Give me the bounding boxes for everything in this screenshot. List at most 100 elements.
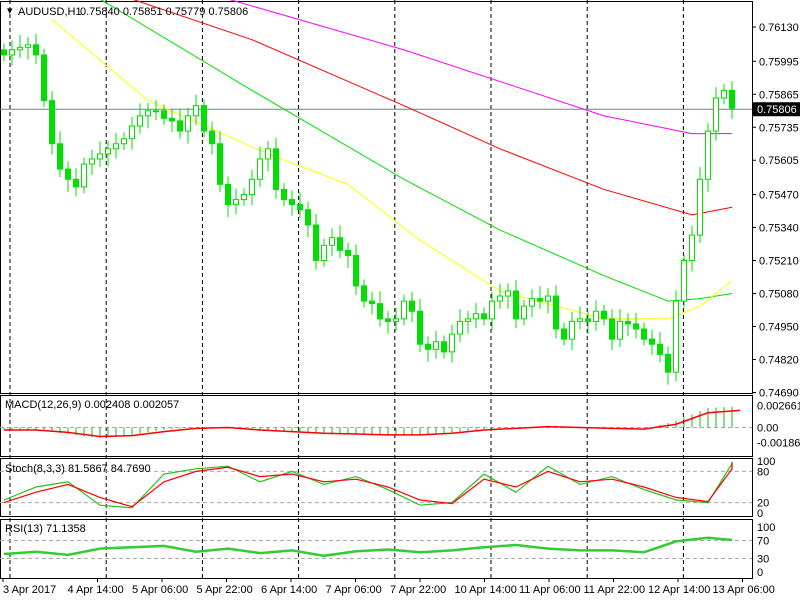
candle-body — [81, 163, 87, 188]
candle-body — [649, 338, 655, 345]
time-label: 5 Apr 22:00 — [197, 584, 253, 596]
candle-body — [721, 89, 727, 99]
moving-average-line — [229, 0, 732, 135]
candle-body — [289, 199, 295, 206]
rsi-tick-label: 70 — [757, 536, 769, 548]
time-label: 11 Apr 06:00 — [519, 584, 581, 596]
candle-body — [617, 320, 623, 340]
candle-body — [697, 178, 703, 236]
candle-body — [121, 138, 127, 145]
time-label: 12 Apr 14:00 — [648, 584, 710, 596]
chart-window[interactable]: 0.0026610.00-0.0018621008020010070300 ▾ … — [0, 0, 800, 600]
candle-body — [321, 244, 327, 261]
macd-tick-label: 0.00 — [757, 423, 778, 435]
candle-body — [705, 130, 711, 180]
candle-body — [161, 110, 167, 119]
price-tick-label: 0.75080 — [759, 288, 799, 300]
macd-title: MACD(12,26,9) 0.002408 0.002057 — [5, 399, 179, 411]
candle-body — [257, 158, 263, 180]
candle-body — [1, 49, 7, 56]
candle-body — [145, 110, 151, 117]
candle-body — [209, 130, 215, 145]
candle-body — [249, 178, 255, 196]
rsi-title: RSI(13) 71.1358 — [5, 523, 86, 535]
candle-body — [713, 97, 719, 132]
candle-body — [417, 310, 423, 345]
time-label: 5 Apr 06:00 — [132, 584, 188, 596]
candle-body — [529, 298, 535, 307]
time-label: 3 Apr 2017 — [3, 584, 56, 596]
candle-body — [113, 143, 119, 150]
candle-body — [9, 49, 15, 56]
current-price-label: 0.75806 — [757, 104, 797, 116]
moving-average-line — [51, 19, 733, 320]
candle-body — [561, 328, 567, 340]
candle-body — [201, 105, 207, 132]
stoch-title: Stoch(8,3,3) 81.5867 84.7690 — [5, 463, 151, 475]
price-tick-label: 0.75605 — [759, 155, 799, 167]
candle-body — [129, 125, 135, 140]
candle-body — [193, 105, 199, 117]
rsi-tick-label: 30 — [757, 554, 769, 566]
candle-body — [633, 323, 639, 330]
price-tick-label: 0.74820 — [759, 354, 799, 366]
price-tick-label: 0.75995 — [759, 56, 799, 68]
time-label: 4 Apr 14:00 — [68, 584, 124, 596]
candle-body — [89, 158, 95, 165]
candle-body — [441, 341, 447, 353]
candle-body — [17, 46, 23, 51]
candle-body — [641, 328, 647, 340]
candle-body — [425, 343, 431, 350]
time-label: 6 Apr 14:00 — [261, 584, 317, 596]
candle-body — [465, 318, 471, 322]
panel-frame — [0, 1, 753, 394]
candle-body — [369, 300, 375, 305]
time-label: 13 Apr 06:00 — [713, 584, 775, 596]
candle-body — [337, 237, 343, 251]
candle-body — [49, 100, 55, 145]
candle-body — [409, 300, 415, 312]
candle-body — [169, 117, 175, 122]
candle-body — [665, 353, 671, 373]
macd-tick-label: 0.002661 — [757, 401, 800, 413]
candle-body — [545, 295, 551, 302]
candle-body — [233, 199, 239, 206]
time-label: 7 Apr 06:00 — [326, 584, 382, 596]
ohlc-readout: 0.75840 0.75851 0.75779 0.75806 — [80, 6, 248, 18]
candle-body — [689, 234, 695, 261]
candle-body — [329, 237, 335, 246]
candle-body — [297, 204, 303, 211]
candle-body — [513, 290, 519, 320]
time-label: 11 Apr 22:00 — [584, 584, 646, 596]
candle-body — [729, 89, 735, 109]
chart-canvas[interactable]: 0.0026610.00-0.0018621008020010070300 ▾ … — [0, 0, 800, 600]
candle-body — [225, 183, 231, 206]
price-tick-label: 0.76130 — [759, 22, 799, 34]
candle-body — [537, 298, 543, 302]
candle-body — [65, 168, 71, 180]
rsi-tick-label: 100 — [757, 522, 775, 534]
candle-body — [353, 254, 359, 287]
candle-body — [489, 300, 495, 320]
price-tick-label: 0.75865 — [759, 89, 799, 101]
time-label: 10 Apr 14:00 — [455, 584, 517, 596]
candle-body — [393, 318, 399, 322]
candle-body — [577, 318, 583, 322]
candle-body — [241, 194, 247, 201]
stoch-tick-label: 80 — [757, 466, 769, 478]
candle-body — [97, 153, 103, 160]
candle-body — [265, 148, 271, 160]
candle-body — [497, 295, 503, 302]
candle-body — [505, 290, 511, 297]
candle-body — [553, 295, 559, 330]
moving-average-line — [100, 0, 733, 302]
candle-body — [449, 333, 455, 353]
dropdown-arrow-icon[interactable]: ▾ — [7, 5, 13, 17]
candle-body — [377, 303, 383, 320]
candle-body — [153, 110, 159, 113]
price-tick-label: 0.75470 — [759, 190, 799, 202]
candle-body — [401, 300, 407, 320]
price-tick-label: 0.74690 — [759, 387, 799, 399]
macd-tick-label: -0.001862 — [757, 438, 800, 450]
candle-body — [521, 305, 527, 320]
